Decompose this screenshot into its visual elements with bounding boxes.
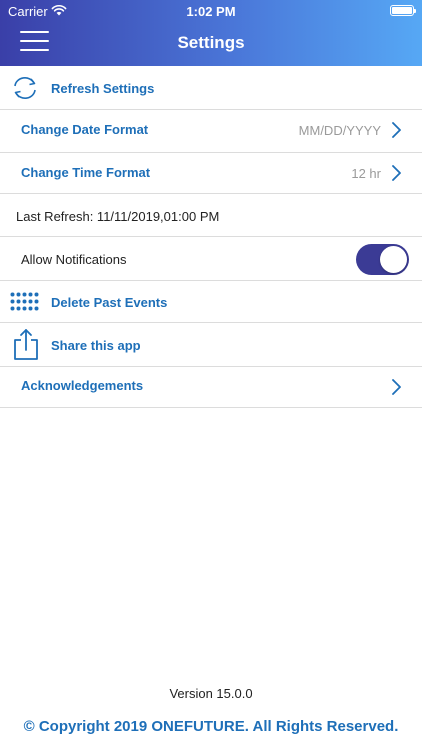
- copyright-label: © Copyright 2019 ONEFUTURE. All Rights R…: [23, 718, 399, 735]
- chevron-right-icon: [392, 122, 401, 138]
- settings-screen: Carrier 1:02 PM Settings Refresh Setting…: [0, 0, 422, 750]
- time-format-label: Change Time Format: [21, 165, 151, 180]
- refresh-icon: [14, 77, 36, 99]
- last-refresh-label: Last Refresh: 11/11/2019,01:00 PM: [16, 209, 220, 224]
- acknowledgements-row[interactable]: Acknowledgements: [0, 367, 422, 408]
- time-format-value: 12 hr: [351, 166, 381, 181]
- notifications-toggle[interactable]: [356, 244, 409, 275]
- date-format-label: Change Date Format: [21, 122, 149, 137]
- navigation-header: Carrier 1:02 PM Settings: [0, 0, 422, 66]
- share-app-label: Share this app: [51, 338, 141, 353]
- delete-past-events-row[interactable]: Delete Past Events: [0, 281, 422, 323]
- version-label: Version 15.0.0: [169, 686, 253, 701]
- last-refresh-row: Last Refresh: 11/11/2019,01:00 PM: [0, 194, 422, 237]
- notifications-label: Allow Notifications: [21, 252, 127, 267]
- battery-icon: [390, 5, 416, 16]
- delete-past-events-label: Delete Past Events: [51, 295, 168, 310]
- date-format-value: MM/DD/YYYY: [298, 123, 381, 138]
- notifications-row: Allow Notifications: [0, 237, 422, 281]
- status-bar: Carrier 1:02 PM: [0, 0, 422, 22]
- dot-grid-icon: [10, 292, 39, 311]
- page-title: Settings: [177, 33, 245, 52]
- refresh-settings-label: Refresh Settings: [51, 81, 155, 96]
- chevron-right-icon: [392, 379, 401, 395]
- toggle-knob: [380, 246, 407, 273]
- share-icon: [14, 329, 38, 360]
- refresh-settings-row[interactable]: Refresh Settings: [0, 66, 422, 110]
- share-app-row[interactable]: Share this app: [0, 323, 422, 367]
- status-time: 1:02 PM: [186, 4, 236, 19]
- acknowledgements-label: Acknowledgements: [21, 378, 144, 393]
- time-format-row[interactable]: Change Time Format 12 hr: [0, 153, 422, 194]
- chevron-right-icon: [392, 165, 401, 181]
- date-format-row[interactable]: Change Date Format MM/DD/YYYY: [0, 110, 422, 153]
